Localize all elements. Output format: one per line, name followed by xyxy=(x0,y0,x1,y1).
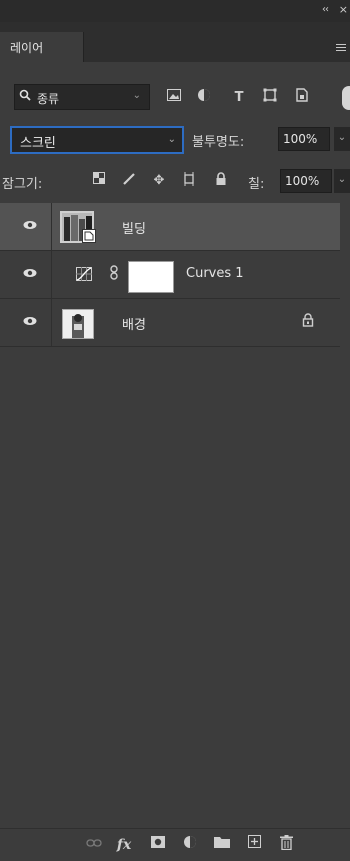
blend-mode-value: 스크린 xyxy=(20,136,56,151)
chevron-down-icon: ⌄ xyxy=(132,90,141,101)
shape-icon[interactable] xyxy=(260,88,280,108)
lock-row: 잠그기: ✥ 칠: 100% ⌄ xyxy=(0,166,350,196)
close-panel-icon[interactable]: × xyxy=(339,3,348,16)
lock-transparent-icon[interactable] xyxy=(90,172,108,190)
layer-lock-icon[interactable] xyxy=(302,313,314,331)
layer-filter-row: 종류 ⌄ T xyxy=(0,78,350,118)
layer-row-building[interactable]: 빌딩 xyxy=(0,203,340,251)
layer-mask-thumbnail[interactable] xyxy=(128,261,174,293)
fill-input[interactable]: 100% xyxy=(280,169,332,193)
new-group-icon[interactable] xyxy=(212,835,232,855)
lock-artboard-icon[interactable] xyxy=(180,172,198,190)
filter-toggle[interactable] xyxy=(342,86,350,110)
adjustment-circle-icon[interactable] xyxy=(194,88,214,108)
fill-dropdown-icon[interactable]: ⌄ xyxy=(334,169,350,193)
link-mask-icon[interactable] xyxy=(110,265,118,285)
eye-icon xyxy=(23,221,37,229)
layers-bottom-bar: fx xyxy=(0,828,350,861)
lock-paint-icon[interactable] xyxy=(120,172,138,190)
layer-name: Curves 1 xyxy=(186,266,244,281)
layer-thumbnail xyxy=(62,309,94,339)
visibility-toggle[interactable] xyxy=(0,203,52,250)
chevron-down-icon: ⌄ xyxy=(167,134,176,145)
opacity-dropdown-icon[interactable]: ⌄ xyxy=(334,127,350,151)
layer-row-curves[interactable]: Curves 1 xyxy=(0,251,340,299)
new-layer-icon[interactable] xyxy=(244,835,264,855)
eye-icon xyxy=(23,269,37,277)
smart-object-icon[interactable] xyxy=(292,88,312,108)
tab-layers[interactable]: 레이어 xyxy=(0,32,84,62)
filter-kind-label: 종류 xyxy=(37,92,60,106)
visibility-toggle[interactable] xyxy=(0,251,52,298)
visibility-toggle[interactable] xyxy=(0,299,52,346)
fill-label: 칠: xyxy=(248,177,265,192)
lock-all-icon[interactable] xyxy=(212,172,230,190)
eye-icon xyxy=(23,317,37,325)
trash-icon[interactable] xyxy=(276,835,296,855)
filter-kind-select[interactable]: 종류 ⌄ xyxy=(14,84,150,110)
curves-adjustment-icon xyxy=(76,267,92,281)
layer-name: 빌딩 xyxy=(122,222,146,237)
fx-icon[interactable]: fx xyxy=(114,835,134,855)
lock-label: 잠그기: xyxy=(2,177,43,192)
collapse-panel-icon[interactable]: ‹‹ xyxy=(322,4,329,15)
layers-list: 빌딩 Curves 1 배경 xyxy=(0,203,340,347)
search-icon xyxy=(19,89,31,105)
layer-name: 배경 xyxy=(122,318,146,333)
smart-object-badge-icon xyxy=(82,229,96,243)
opacity-label: 불투명도: xyxy=(192,135,245,150)
link-icon[interactable] xyxy=(84,835,104,855)
blend-mode-select[interactable]: 스크린 ⌄ xyxy=(10,126,184,154)
panel-tab-bar: 레이어 xyxy=(0,22,350,62)
blend-row: 스크린 ⌄ 불투명도: 100% ⌄ xyxy=(0,122,350,158)
add-mask-icon[interactable] xyxy=(148,835,168,855)
panel-title-strip: ‹‹ × xyxy=(0,0,350,22)
tab-layers-label: 레이어 xyxy=(10,41,44,55)
image-icon[interactable] xyxy=(164,88,184,108)
panel-menu-icon[interactable] xyxy=(336,44,346,54)
layer-row-background[interactable]: 배경 xyxy=(0,299,340,347)
lock-move-icon[interactable]: ✥ xyxy=(150,172,168,190)
new-adjustment-icon[interactable] xyxy=(180,835,200,855)
type-icon[interactable]: T xyxy=(229,88,249,108)
opacity-input[interactable]: 100% xyxy=(278,127,330,151)
